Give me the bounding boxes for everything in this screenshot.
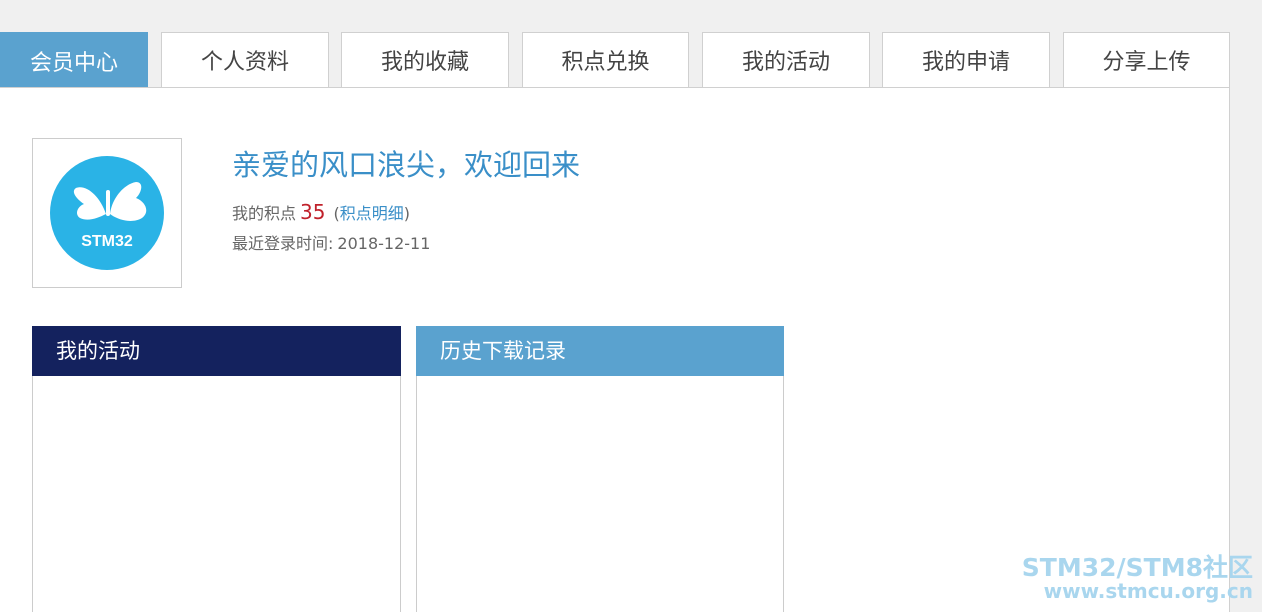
tab-bar: 会员中心 个人资料 我的收藏 积点兑换 我的活动 我的申请 分享上传: [0, 32, 1230, 88]
svg-text:STM32: STM32: [81, 233, 133, 250]
paren-close: ): [403, 204, 410, 223]
points-value: 35: [300, 200, 326, 224]
watermark-line2: www.stmcu.org.cn: [1043, 579, 1253, 603]
download-history-panel-title: 历史下载记录: [416, 326, 784, 376]
member-center-page: 会员中心 个人资料 我的收藏 积点兑换 我的活动 我的申请 分享上传 STM32…: [0, 0, 1262, 612]
points-detail-link[interactable]: 积点明细: [340, 204, 404, 223]
points-line: 我的积点 35 (积点明细): [232, 200, 410, 224]
avatar[interactable]: STM32: [32, 138, 182, 288]
tab-favorites[interactable]: 我的收藏: [341, 32, 509, 87]
tab-points-exchange[interactable]: 积点兑换: [522, 32, 689, 87]
tab-share-upload[interactable]: 分享上传: [1063, 32, 1230, 87]
my-activities-panel: 我的活动: [32, 326, 401, 612]
content-panel: STM32 亲爱的风口浪尖，欢迎回来 我的积点 35 (积点明细) 最近登录时间: 2…: [0, 87, 1230, 612]
download-history-panel: 历史下载记录: [416, 326, 784, 612]
tab-member-center[interactable]: 会员中心: [0, 32, 148, 88]
last-login-line: 最近登录时间: 2018-12-11: [232, 230, 430, 254]
watermark-line1: STM32/STM8社区: [1021, 552, 1253, 582]
tab-profile[interactable]: 个人资料: [161, 32, 329, 87]
tab-my-activities[interactable]: 我的活动: [702, 32, 870, 87]
site-watermark: STM32/STM8社区 www.stmcu.org.cn: [1021, 552, 1253, 603]
last-login-value: 2018-12-11: [337, 234, 431, 253]
my-activities-panel-title: 我的活动: [32, 326, 401, 376]
last-login-label: 最近登录时间:: [232, 234, 334, 253]
tab-my-applications[interactable]: 我的申请: [882, 32, 1050, 87]
points-label: 我的积点: [232, 204, 297, 223]
welcome-message: 亲爱的风口浪尖，欢迎回来: [232, 148, 581, 182]
stm32-logo-icon: STM32: [50, 156, 164, 270]
